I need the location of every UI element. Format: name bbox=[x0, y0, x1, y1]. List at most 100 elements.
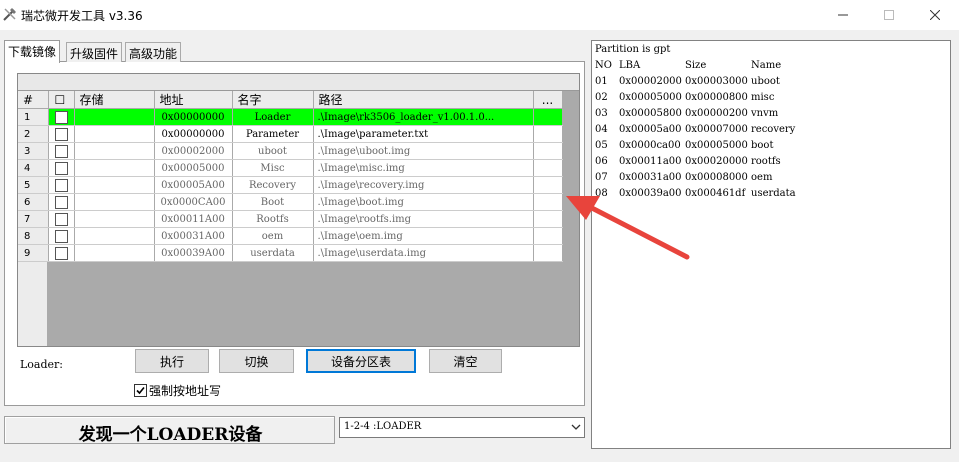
row-path[interactable]: .\Image\oem.img bbox=[313, 227, 534, 245]
switch-button[interactable]: 切换 bbox=[219, 349, 294, 373]
row-path[interactable]: .\Image\userdata.img bbox=[313, 244, 534, 262]
row-select-checkbox[interactable] bbox=[54, 178, 68, 192]
partition-size: 0x00005000 bbox=[685, 140, 748, 151]
force-address-checkbox[interactable] bbox=[134, 384, 147, 397]
row-number: 9 bbox=[18, 244, 49, 262]
partition-row: 04 0x00005a00 0x00007000 recovery bbox=[595, 124, 950, 140]
row-checkbox[interactable] bbox=[48, 125, 75, 143]
col-header-name[interactable]: 名字 bbox=[232, 91, 314, 109]
minimize-button[interactable] bbox=[820, 0, 866, 30]
row-store bbox=[74, 244, 155, 262]
table-row[interactable]: 9 0x00039A00 userdata .\Image\userdata.img bbox=[18, 244, 563, 262]
select-all-checkbox[interactable]: ☐ bbox=[55, 93, 66, 107]
row-address: 0x00039A00 bbox=[154, 244, 233, 262]
device-select[interactable]: 1-2-4 :LOADER bbox=[339, 417, 585, 438]
row-more[interactable] bbox=[533, 176, 563, 194]
row-more[interactable] bbox=[533, 159, 563, 177]
partition-size: 0x00003000 bbox=[685, 76, 748, 87]
row-select-checkbox[interactable] bbox=[54, 246, 68, 260]
row-checkbox[interactable] bbox=[48, 159, 75, 177]
row-name: oem bbox=[232, 227, 314, 245]
partition-col-size: Size bbox=[685, 60, 707, 71]
partition-col-lba: LBA bbox=[619, 60, 641, 71]
close-button[interactable] bbox=[912, 0, 958, 30]
execute-button[interactable]: 执行 bbox=[135, 349, 209, 373]
row-more[interactable] bbox=[533, 227, 563, 245]
row-address: 0x00002000 bbox=[154, 142, 233, 160]
row-select-checkbox[interactable] bbox=[54, 195, 68, 209]
row-checkbox[interactable] bbox=[48, 244, 75, 262]
col-header-more[interactable]: ... bbox=[533, 91, 563, 109]
table-row[interactable]: 5 0x00005A00 Recovery .\Image\recovery.img bbox=[18, 176, 563, 194]
col-header-num: # bbox=[18, 91, 49, 109]
row-more[interactable] bbox=[533, 210, 563, 228]
row-path[interactable]: .\Image\rk3506_loader_v1.00.1.0... bbox=[313, 108, 534, 126]
row-select-checkbox[interactable] bbox=[54, 144, 68, 158]
row-path[interactable]: .\Image\uboot.img bbox=[313, 142, 534, 160]
row-more[interactable] bbox=[533, 125, 563, 143]
col-header-path[interactable]: 路径 bbox=[313, 91, 534, 109]
row-select-checkbox[interactable] bbox=[54, 127, 68, 141]
row-more[interactable] bbox=[533, 142, 563, 160]
table-row[interactable]: 8 0x00031A00 oem .\Image\oem.img bbox=[18, 227, 563, 245]
row-more[interactable] bbox=[533, 108, 563, 126]
partition-lba: 0x00005a00 bbox=[619, 124, 682, 135]
tab-download-image[interactable]: 下载镜像 bbox=[4, 40, 61, 63]
partition-table-button[interactable]: 设备分区表 bbox=[306, 349, 416, 373]
row-store bbox=[74, 227, 155, 245]
row-name: userdata bbox=[232, 244, 314, 262]
row-store bbox=[74, 193, 155, 211]
partition-lba: 0x00011a00 bbox=[619, 156, 682, 167]
row-select-checkbox[interactable] bbox=[54, 161, 68, 175]
image-table: # ☐ 存储 地址 名字 路径 ... 1 0x00000000 Loader .\I… bbox=[18, 91, 563, 262]
force-address-option[interactable]: 强制按地址写 bbox=[134, 382, 221, 399]
row-path[interactable]: .\Image\boot.img bbox=[313, 193, 534, 211]
partition-name: boot bbox=[751, 140, 774, 151]
window-title: 瑞芯微开发工具 v3.36 bbox=[21, 9, 143, 23]
table-row[interactable]: 2 0x00000000 Parameter .\Image\parameter.tx… bbox=[18, 125, 563, 143]
col-header-check[interactable]: ☐ bbox=[48, 91, 75, 109]
row-path[interactable]: .\Image\misc.img bbox=[313, 159, 534, 177]
clear-button[interactable]: 清空 bbox=[429, 349, 502, 373]
row-path[interactable]: .\Image\parameter.txt bbox=[313, 125, 534, 143]
table-row[interactable]: 3 0x00002000 uboot .\Image\uboot.img bbox=[18, 142, 563, 160]
row-checkbox[interactable] bbox=[48, 108, 75, 126]
row-checkbox[interactable] bbox=[48, 193, 75, 211]
row-address: 0x0000CA00 bbox=[154, 193, 233, 211]
table-row[interactable]: 7 0x00011A00 Rootfs .\Image\rootfs.img bbox=[18, 210, 563, 228]
row-checkbox[interactable] bbox=[48, 176, 75, 194]
partition-title: Partition is gpt bbox=[595, 44, 671, 55]
partition-size: 0x00008000 bbox=[685, 172, 748, 183]
row-select-checkbox[interactable] bbox=[54, 212, 68, 226]
row-header-column bbox=[18, 262, 48, 346]
annotation-arrow-icon bbox=[566, 196, 690, 260]
tab-advanced[interactable]: 高级功能 bbox=[125, 42, 182, 62]
partition-row: 03 0x00005800 0x00000200 vnvm bbox=[595, 108, 950, 124]
grid-group-header bbox=[18, 74, 579, 91]
table-row[interactable]: 4 0x00005000 Misc .\Image\misc.img bbox=[18, 159, 563, 177]
row-store bbox=[74, 125, 155, 143]
row-more[interactable] bbox=[533, 193, 563, 211]
tab-upgrade-firmware[interactable]: 升级固件 bbox=[66, 42, 123, 62]
row-select-checkbox[interactable] bbox=[54, 110, 68, 124]
row-checkbox[interactable] bbox=[48, 227, 75, 245]
row-select-checkbox[interactable] bbox=[54, 229, 68, 243]
maximize-icon bbox=[884, 10, 894, 20]
row-checkbox[interactable] bbox=[48, 210, 75, 228]
row-checkbox[interactable] bbox=[48, 142, 75, 160]
row-path[interactable]: .\Image\recovery.img bbox=[313, 176, 534, 194]
maximize-button[interactable] bbox=[866, 0, 912, 30]
row-number: 8 bbox=[18, 227, 49, 245]
table-row[interactable]: 1 0x00000000 Loader .\Image\rk3506_loader_v… bbox=[18, 108, 563, 126]
row-path[interactable]: .\Image\rootfs.img bbox=[313, 210, 534, 228]
row-more[interactable] bbox=[533, 244, 563, 262]
row-number: 3 bbox=[18, 142, 49, 160]
row-address: 0x00031A00 bbox=[154, 227, 233, 245]
col-header-address[interactable]: 地址 bbox=[154, 91, 233, 109]
table-row[interactable]: 6 0x0000CA00 Boot .\Image\boot.img bbox=[18, 193, 563, 211]
col-header-store[interactable]: 存储 bbox=[74, 91, 155, 109]
partition-header-row: NO LBA Size Name bbox=[595, 60, 950, 76]
image-grid[interactable]: # ☐ 存储 地址 名字 路径 ... 1 0x00000000 Loader .\I… bbox=[17, 73, 580, 347]
row-store bbox=[74, 210, 155, 228]
row-address: 0x00011A00 bbox=[154, 210, 233, 228]
